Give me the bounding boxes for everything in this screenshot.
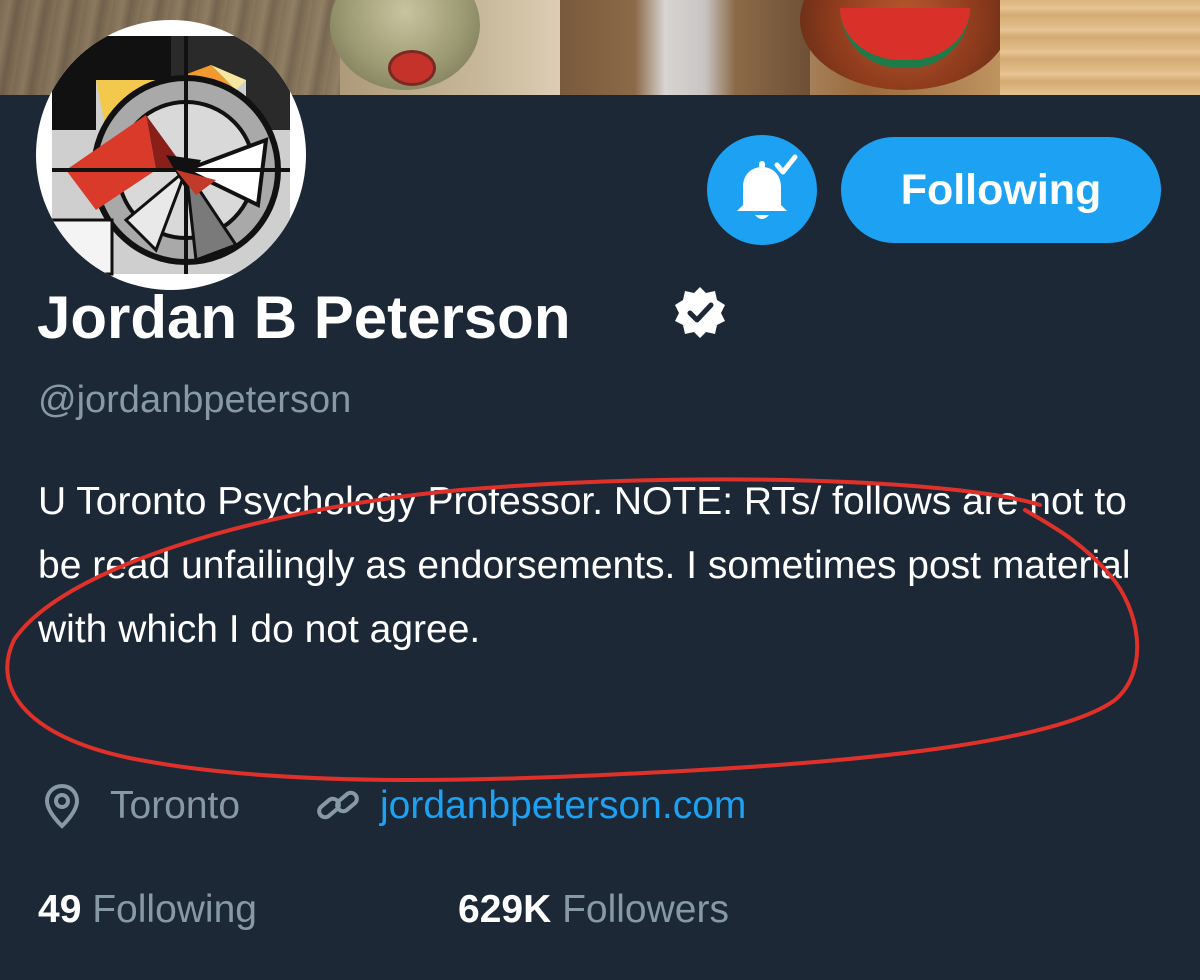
following-button[interactable]: Following xyxy=(841,137,1161,243)
profile-bio: U Toronto Psychology Professor. NOTE: RT… xyxy=(38,480,1131,651)
location-pin-icon xyxy=(38,782,86,850)
location-text: Toronto xyxy=(110,784,241,827)
following-label: Following xyxy=(92,888,257,931)
notifications-button[interactable] xyxy=(707,135,817,245)
followers-count: 629K xyxy=(458,888,552,931)
banner-mask-left-mouth xyxy=(388,50,436,86)
display-name: Jordan B Peterson xyxy=(37,284,571,351)
followers-label: Followers xyxy=(562,888,729,931)
profile-avatar[interactable] xyxy=(36,20,306,290)
verified-badge-icon xyxy=(672,284,728,345)
link-icon xyxy=(314,784,362,848)
user-handle: @jordanbpeterson xyxy=(38,379,352,421)
banner-person xyxy=(560,0,810,95)
website-link[interactable]: jordanbpeterson.com xyxy=(380,774,746,838)
following-stat[interactable]: 49 Following xyxy=(38,878,257,942)
avatar-artwork xyxy=(50,36,290,276)
followers-stat[interactable]: 629K Followers xyxy=(458,878,729,942)
banner-wall xyxy=(1000,0,1200,95)
following-count: 49 xyxy=(38,888,82,931)
bell-check-icon xyxy=(737,154,798,219)
